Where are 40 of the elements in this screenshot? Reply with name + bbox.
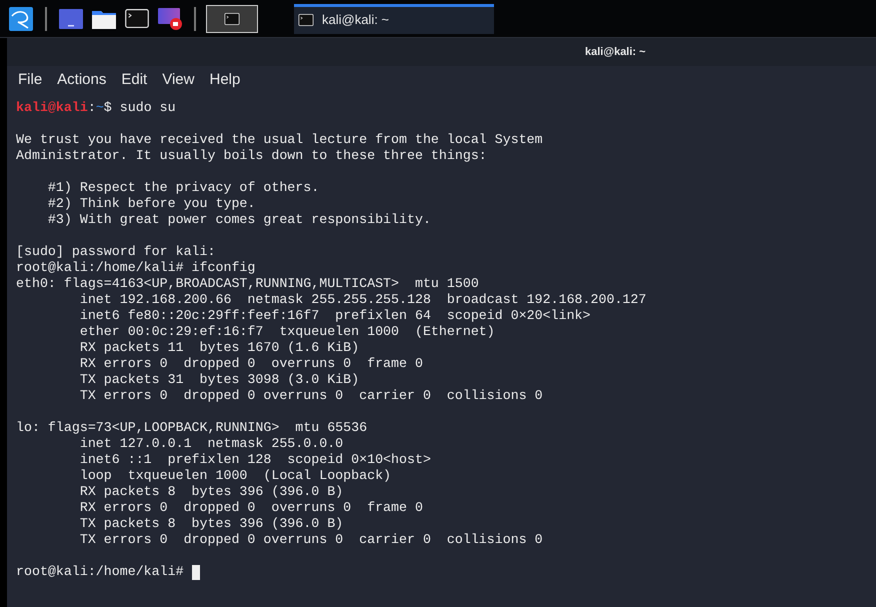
terminal-line: RX packets 8 bytes 396 (396.0 B) [78, 484, 344, 500]
terminal-icon [125, 9, 149, 28]
terminal-icon [224, 12, 240, 24]
terminal-line: #1) Respect the privacy of others. [46, 180, 320, 196]
terminal-line: We trust you have received the usual lecture from the local System [16, 132, 544, 148]
terminal-line: lo: flags=73<UP,LOOPBACK,RUNNING> mtu 65536 [16, 420, 368, 436]
terminal-line: inet 192.168.200.66 netmask 255.255.255.128 broadcast 192.168.200.127 [78, 292, 648, 308]
terminal-line: TX packets 8 bytes 396 (396.0 B) [78, 516, 344, 532]
terminal-line: [sudo] password for kali: [16, 244, 216, 260]
terminal-line: inet 127.0.0.1 netmask 255.0.0.0 [78, 436, 344, 452]
desktop-icon[interactable] [59, 8, 83, 28]
terminal-line: ether 00:0c:29:ef:16:f7 txqueuelen 1000 (Ethernet) [78, 324, 496, 340]
menu-item[interactable]: View [162, 68, 194, 92]
screen-recorder-icon[interactable] [158, 6, 184, 30]
terminal-line: loop txqueuelen 1000 (Local Loopback) [78, 468, 392, 484]
terminal-line: #3) With great power comes great responsibility. [46, 212, 432, 228]
terminal-line: root@kali:/home/kali# [16, 564, 184, 580]
terminal-line: TX errors 0 dropped 0 overruns 0 carrier 0 collisions 0 [78, 532, 544, 548]
menu-item[interactable]: Help [209, 68, 240, 92]
menu-item[interactable]: Edit [121, 68, 148, 92]
window-title: kali@kali: ~ [585, 44, 646, 60]
terminal-line: inet6 ::1 prefixlen 128 scopeid 0×10<host> [78, 452, 432, 468]
terminal-line: Administrator. It usually boils down to these three things: [16, 148, 488, 164]
terminal-line: RX errors 0 dropped 0 overruns 0 frame 0 [78, 500, 424, 516]
terminal-line: #2) Think before you type. [46, 196, 256, 212]
terminal-line: eth0: flags=4163<UP,BROADCAST,RUNNING,MULTICAST> mtu 1500 [16, 276, 480, 292]
terminal-line: RX packets 11 bytes 1670 (1.6 KiB) [78, 340, 360, 356]
taskbar-window-button[interactable] [206, 4, 258, 32]
terminal-line: RX errors 0 dropped 0 overruns 0 frame 0 [78, 356, 424, 372]
terminal-icon [298, 14, 314, 26]
menu-item[interactable]: File [18, 68, 42, 92]
terminal-line: kali@kali:~$ sudo su [16, 100, 177, 116]
terminal-line: TX errors 0 dropped 0 overruns 0 carrier 0 collisions 0 [78, 388, 544, 404]
taskbar-window-button[interactable]: kali@kali: ~ [294, 4, 494, 34]
terminal-line: root@kali:/home/kali# ifconfig [16, 260, 256, 276]
dragon-logo-icon[interactable] [9, 6, 33, 30]
terminal-line: inet6 fe80::20c:29ff:feef:16f7 prefixlen 64 scopeid 0×20<link> [78, 308, 592, 324]
menu-item[interactable]: Actions [57, 68, 106, 92]
terminal-line: TX packets 31 bytes 3098 (3.0 KiB) [78, 372, 360, 388]
folder-icon[interactable] [92, 8, 116, 28]
